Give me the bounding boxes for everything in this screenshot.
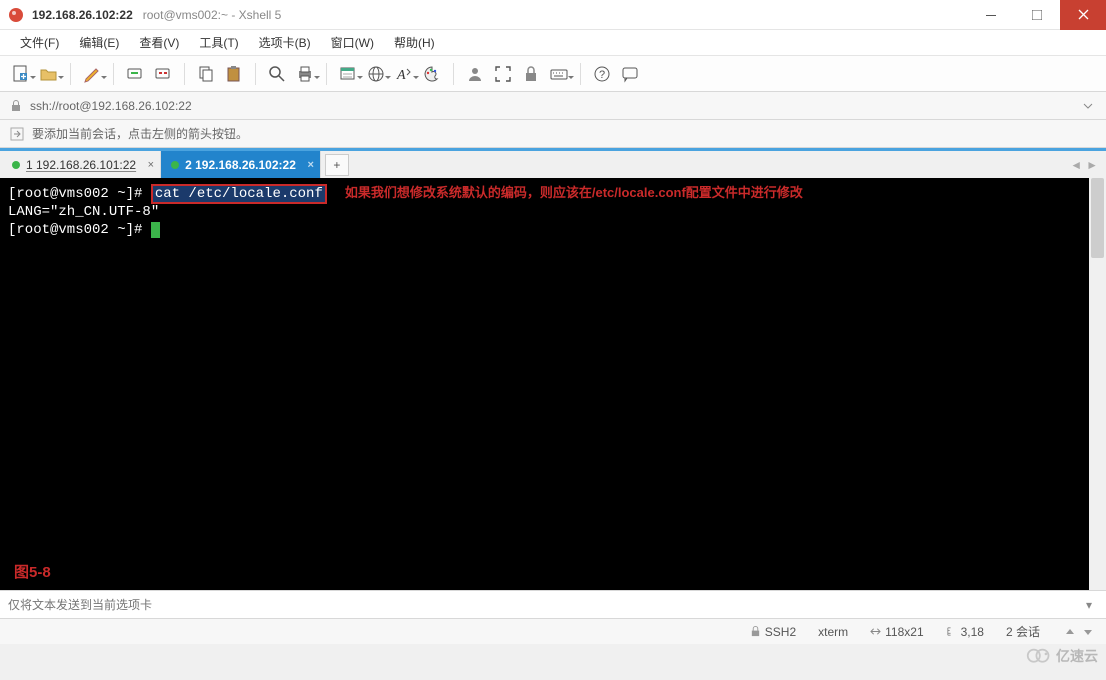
paste-icon[interactable] [223,63,245,85]
send-input[interactable] [8,598,1080,612]
watermark-text: 亿速云 [1056,646,1098,666]
toolbar-separator [326,63,327,85]
hint-bar: 要添加当前会话，点击左侧的箭头按钮。 [0,120,1106,148]
send-dropdown-icon[interactable]: ▾ [1080,598,1098,612]
font-icon[interactable]: A [393,63,415,85]
toolbar-separator [453,63,454,85]
send-input-bar: ▾ [0,590,1106,618]
toolbar-separator [113,63,114,85]
session-tab-1[interactable]: 1 192.168.26.101:22 × [2,151,161,178]
close-button[interactable] [1060,0,1106,30]
tab-label: 1 192.168.26.101:22 [26,158,136,172]
open-folder-icon[interactable] [38,63,60,85]
lock-icon[interactable] [520,63,542,85]
window-title-main: 192.168.26.102:22 [32,8,133,22]
terminal-cursor [151,222,160,238]
toolbar-separator [580,63,581,85]
disconnect-icon[interactable] [152,63,174,85]
status-arrows [1062,624,1096,640]
terminal-command-highlight: cat /etc/locale.conf [151,184,327,204]
menu-window[interactable]: 窗口(W) [323,32,382,53]
print-icon[interactable] [294,63,316,85]
menu-tab[interactable]: 选项卡(B) [251,32,319,53]
session-tab-2[interactable]: 2 192.168.26.102:22 × [161,151,321,178]
maximize-button[interactable] [1014,0,1060,30]
tab-add-button[interactable]: + [325,154,349,176]
chat-icon[interactable] [619,63,641,85]
tab-label: 2 192.168.26.102:22 [185,158,296,172]
pencil-icon[interactable] [81,63,103,85]
new-doc-icon[interactable] [10,63,32,85]
menu-view[interactable]: 查看(V) [131,32,187,53]
tab-close-icon[interactable]: × [307,159,313,171]
svg-text:A: A [396,68,406,83]
terminal-output: LANG="zh_CN.UTF-8" [8,203,1098,221]
resize-icon [870,626,881,637]
tab-bar: 1 192.168.26.101:22 × 2 192.168.26.102:2… [0,148,1106,178]
minimize-button[interactable] [968,0,1014,30]
figure-label: 图5-8 [14,564,51,582]
title-bar: 192.168.26.102:22 root@vms002:~ - Xshell… [0,0,1106,30]
address-dropdown-icon[interactable] [1080,98,1096,114]
watermark: 亿速云 [1026,646,1098,666]
svg-text:?: ? [599,69,605,81]
toolbar-separator [255,63,256,85]
status-up-icon[interactable] [1062,624,1078,640]
search-icon[interactable] [266,63,288,85]
terminal-prompt: [root@vms002 ~]# [8,222,151,238]
menu-file[interactable]: 文件(F) [12,32,67,53]
menu-tools[interactable]: 工具(T) [191,32,246,53]
hint-text: 要添加当前会话，点击左侧的箭头按钮。 [32,125,248,142]
status-down-icon[interactable] [1080,624,1096,640]
terminal-prompt: [root@vms002 ~]# [8,186,151,202]
toolbar-separator [184,63,185,85]
scrollbar-thumb[interactable] [1091,178,1104,258]
palette-icon[interactable] [421,63,443,85]
fullscreen-icon[interactable] [492,63,514,85]
user-icon[interactable] [464,63,486,85]
tab-nav: ◄ ► [1070,158,1098,172]
terminal-scrollbar[interactable] [1089,178,1106,590]
address-text[interactable]: ssh://root@192.168.26.102:22 [30,99,1072,113]
keyboard-icon[interactable] [548,63,570,85]
status-size: 118x21 [870,625,923,639]
toolbar: A ? [0,56,1106,92]
status-bar: SSH2 xterm 118x21 3,18 2 会话 [0,618,1106,644]
watermark-logo-icon [1026,647,1052,665]
window-title-sub: root@vms002:~ - Xshell 5 [143,8,282,22]
copy-icon[interactable] [195,63,217,85]
hint-arrow-icon[interactable] [10,127,24,141]
tab-close-icon[interactable]: × [148,159,154,171]
tab-prev-icon[interactable]: ◄ [1070,158,1082,172]
properties-icon[interactable] [337,63,359,85]
toolbar-separator [70,63,71,85]
menu-help[interactable]: 帮助(H) [386,32,443,53]
status-sessions: 2 会话 [1006,623,1040,640]
menu-bar: 文件(F) 编辑(E) 查看(V) 工具(T) 选项卡(B) 窗口(W) 帮助(… [0,30,1106,56]
status-protocol: SSH2 [750,625,796,639]
ruler-icon [946,626,957,637]
menu-edit[interactable]: 编辑(E) [71,32,127,53]
window-controls [968,0,1106,30]
tab-next-icon[interactable]: ► [1086,158,1098,172]
terminal-annotation: 如果我们想修改系统默认的编码，则应该在/etc/locale.conf配置文件中… [345,185,803,200]
app-icon [8,7,24,23]
address-bar: ssh://root@192.168.26.102:22 [0,92,1106,120]
globe-icon[interactable] [365,63,387,85]
status-dot-icon [171,161,179,169]
status-term: xterm [818,625,848,639]
reconnect-icon[interactable] [124,63,146,85]
help-icon[interactable]: ? [591,63,613,85]
lock-icon [750,626,761,637]
lock-icon [10,100,22,112]
status-dot-icon [12,161,20,169]
terminal[interactable]: [root@vms002 ~]# cat /etc/locale.conf 如果我… [0,178,1106,590]
status-pos: 3,18 [946,625,984,639]
